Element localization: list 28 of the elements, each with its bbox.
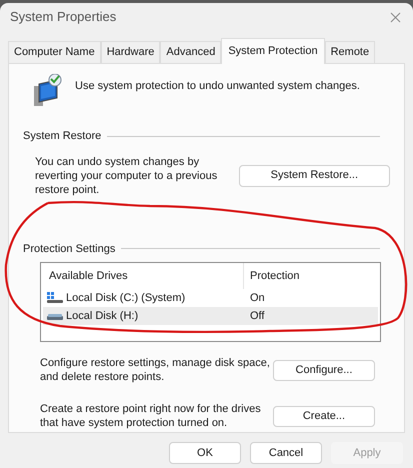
tab[interactable]: Advanced — [160, 41, 222, 63]
section-heading: System Restore — [23, 129, 102, 144]
column-header[interactable]: Protection — [244, 268, 300, 284]
configure-button[interactable]: Configure... — [272, 360, 375, 380]
tab[interactable]: Remote — [324, 41, 376, 63]
dialog-button[interactable]: OK — [169, 442, 241, 464]
tab[interactable]: System Protection — [221, 38, 325, 64]
action-description: Configure restore settings, manage disk space, and delete restore points. — [40, 356, 271, 384]
window-title: System Properties — [10, 8, 116, 26]
intro-text: Use system protection to undo unwanted system changes. — [75, 79, 360, 94]
create-button[interactable]: Create... — [272, 406, 375, 426]
dialog-button[interactable]: Cancel — [250, 442, 322, 464]
tab[interactable]: Hardware — [100, 41, 160, 63]
list-row[interactable]: Local Disk (H:) Off — [43, 307, 378, 325]
computer-icon — [31, 74, 63, 108]
restore-description: You can undo system changes by reverting your computer to a previous restore point. — [35, 154, 218, 196]
section-heading: Protection Settings — [23, 242, 116, 256]
protection-status: Off — [249, 308, 264, 324]
list-row[interactable]: Local Disk (C:) (System) On — [43, 289, 378, 307]
protection-status: On — [249, 290, 265, 306]
column-header[interactable]: Available Drives — [43, 263, 244, 289]
tab[interactable]: Computer Name — [8, 41, 101, 63]
system-restore-button[interactable]: System Restore... — [238, 164, 390, 186]
close-icon[interactable] — [390, 12, 401, 22]
drive-name: Local Disk (H:) — [66, 308, 138, 324]
action-description: Create a restore point right now for the drives that have system protection turned on. — [40, 402, 262, 430]
system-drive-icon — [47, 292, 63, 304]
drive-name: Local Disk (C:) (System) — [66, 290, 186, 306]
